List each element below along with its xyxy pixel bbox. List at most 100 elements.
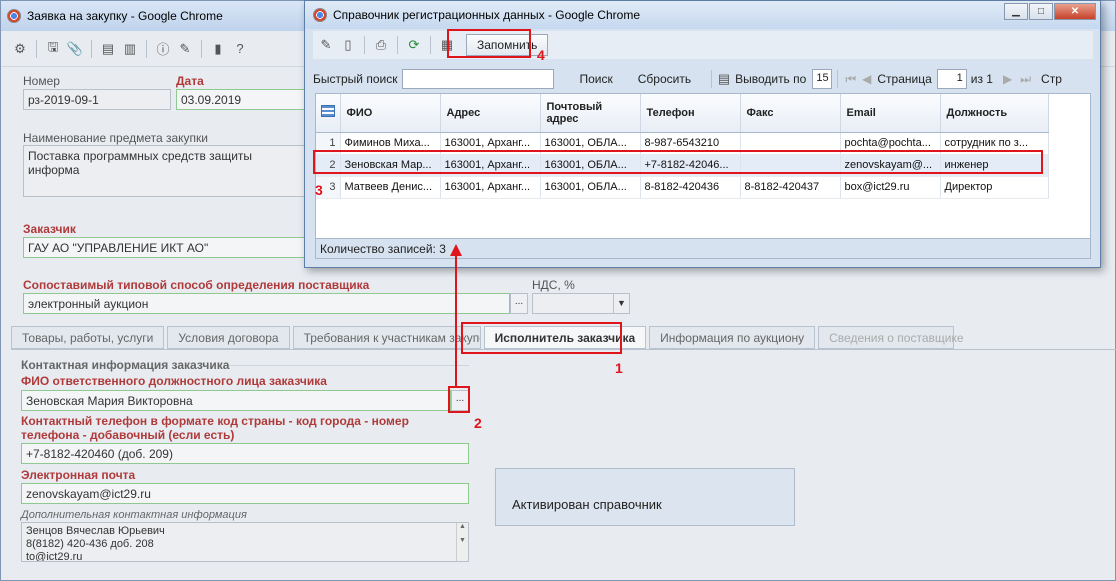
tab-customer-executor[interactable]: Исполнитель заказчика [483,326,647,349]
page-of-label: из 1 [970,72,993,86]
attach-icon[interactable]: 📎 [66,40,84,58]
column-header-fax[interactable]: Факс [740,94,841,133]
document-icon[interactable]: ▤ [99,40,117,58]
new-document-icon[interactable]: ▯ [339,36,357,54]
cell-position[interactable]: инженер [940,154,1049,177]
subject-field[interactable]: Поставка программных средств защиты инфо… [23,145,305,197]
records-count: Количество записей: 3 [315,239,1091,259]
cell-address[interactable]: 163001, Арханг... [440,176,541,199]
export-icon[interactable]: ▤ [715,70,733,88]
step-number-3: 3 [315,182,323,198]
extra-contact-line: to@ict29.ru [26,551,83,562]
column-header-email[interactable]: Email [840,94,941,133]
cell-email[interactable]: box@ict29.ru [840,176,941,199]
chrome-icon [7,9,21,23]
cell-fax[interactable] [740,154,841,177]
column-header-position[interactable]: Должность [940,94,1049,133]
date-field[interactable]: 03.09.2019 [176,89,305,110]
vat-select[interactable]: ▼ [532,293,630,314]
help-icon[interactable]: ? [231,40,249,58]
print-icon[interactable]: ⎙ [372,36,390,54]
tools-icon[interactable]: ✎ [176,40,194,58]
refresh-icon[interactable]: ⟳ [405,36,423,54]
phone-label-line2: телефона - добавочный (если есть) [21,428,235,442]
vat-label: НДС, % [532,278,575,292]
popup-window-title: Справочник регистрационных данных - Goog… [333,8,640,22]
save-icon[interactable]: 🖫 [44,39,62,58]
method-select-button[interactable]: ... [510,293,528,314]
cell-address[interactable]: 163001, Арханг... [440,132,541,155]
tab-goods[interactable]: Товары, работы, услуги [11,326,165,349]
last-page-icon[interactable]: ⏭ [1020,72,1031,87]
gear-dropdown-icon[interactable]: ⚙ [11,40,29,58]
phone-label-line1: Контактный телефон в формате код страны … [21,414,409,428]
first-page-icon[interactable]: ⏮ [845,72,856,87]
contact-section-title: Контактная информация заказчика [21,358,230,372]
page-size-input[interactable]: 15 [812,69,833,89]
column-header-postal[interactable]: Почтовый адрес [540,94,641,133]
search-button[interactable]: Поиск [579,72,612,86]
method-field[interactable]: электронный аукцион [23,293,510,314]
step-number-2: 2 [474,415,482,431]
page-number-input[interactable]: 1 [936,69,967,89]
email-field[interactable]: zenovskayam@ict29.ru [21,483,469,504]
cell-postal[interactable]: 163001, ОБЛА... [540,176,641,199]
cell-position[interactable]: Директор [940,176,1049,199]
maximize-icon[interactable]: □ [1029,3,1053,20]
cell-email[interactable]: pochta@pochta... [840,132,941,155]
next-page-icon[interactable]: ▶ [1003,72,1012,86]
info-icon[interactable]: ⓘ [154,40,172,58]
table-row-selected[interactable]: 2 Зеновская Мар... 163001, Арханг... 163… [316,154,1049,177]
extra-contact-field[interactable]: Зенцов Вячеслав Юрьевич 8(8182) 420-436 … [21,522,469,562]
reset-button[interactable]: Сбросить [638,72,691,86]
column-header-address[interactable]: Адрес [440,94,541,133]
fio-field[interactable]: Зеновская Мария Викторовна [21,390,451,411]
cell-fio[interactable]: Зеновская Мар... [340,154,441,177]
directory-popup: Справочник регистрационных данных - Goog… [304,0,1101,268]
fio-select-button[interactable]: ... [451,390,469,411]
extra-contact-scrollbar[interactable]: ▲ ▼ [456,523,468,561]
tab-supplier-info: Сведения о поставщике [818,326,964,349]
customer-field[interactable]: ГАУ АО "УПРАВЛЕНИЕ ИКТ АО" [23,237,305,258]
cell-fax[interactable]: 8-8182-420437 [740,176,841,199]
tab-auction-info[interactable]: Информация по аукциону [649,326,816,349]
cell-email[interactable]: zenovskayam@... [840,154,941,177]
number-field[interactable]: рз-2019-09-1 [23,89,171,110]
columns-icon[interactable]: ▦ [438,36,456,54]
grid-menu-icon[interactable] [316,94,341,133]
edit-icon[interactable]: ✎ [317,36,335,54]
column-header-fio[interactable]: ФИО [340,94,441,133]
cell-position[interactable]: сотрудник по з... [940,132,1049,155]
window-controls: ▁ □ ✕ [1004,3,1096,20]
phone-field[interactable]: +7-8182-420460 (доб. 209) [21,443,469,464]
close-icon[interactable]: ✕ [1054,3,1096,20]
column-header-phone[interactable]: Телефон [640,94,741,133]
cell-phone[interactable]: 8-987-6543210 [640,132,741,155]
main-tabs: Товары, работы, услуги Условия договора … [11,326,964,350]
cell-fio[interactable]: Фиминов Миха... [340,132,441,155]
records-table: ФИО Адрес Почтовый адрес Телефон Факс Em… [316,94,1049,199]
book-icon[interactable]: ▮ [209,40,227,58]
minimize-icon[interactable]: ▁ [1004,3,1028,20]
cell-phone[interactable]: +7-8182-42046... [640,154,741,177]
popup-titlebar: Справочник регистрационных данных - Goog… [305,1,1100,29]
cell-address[interactable]: 163001, Арханг... [440,154,541,177]
extra-contact-label: Дополнительная контактная информация [21,509,247,521]
document-dropdown-icon[interactable]: ▥ [121,40,139,58]
cell-phone[interactable]: 8-8182-420436 [640,176,741,199]
table-row[interactable]: 3 Матвеев Денис... 163001, Арханг... 163… [316,176,1049,199]
show-by-label: Выводить по [735,72,807,86]
notification-box: Активирован справочник [495,468,795,526]
cell-postal[interactable]: 163001, ОБЛА... [540,132,641,155]
chevron-down-icon[interactable]: ▼ [613,294,629,313]
tab-contract-terms[interactable]: Условия договора [167,326,290,349]
cell-postal[interactable]: 163001, ОБЛА... [540,154,641,177]
extra-contact-line: 8(8182) 420-436 доб. 208 [26,538,154,550]
step-number-4: 4 [537,47,545,63]
cell-fio[interactable]: Матвеев Денис... [340,176,441,199]
prev-page-icon[interactable]: ◀ [862,72,871,86]
quick-search-input[interactable] [402,69,555,89]
table-row[interactable]: 1 Фиминов Миха... 163001, Арханг... 1630… [316,132,1049,155]
fio-label: ФИО ответственного должностного лица зак… [21,374,327,388]
cell-fax[interactable] [740,132,841,155]
